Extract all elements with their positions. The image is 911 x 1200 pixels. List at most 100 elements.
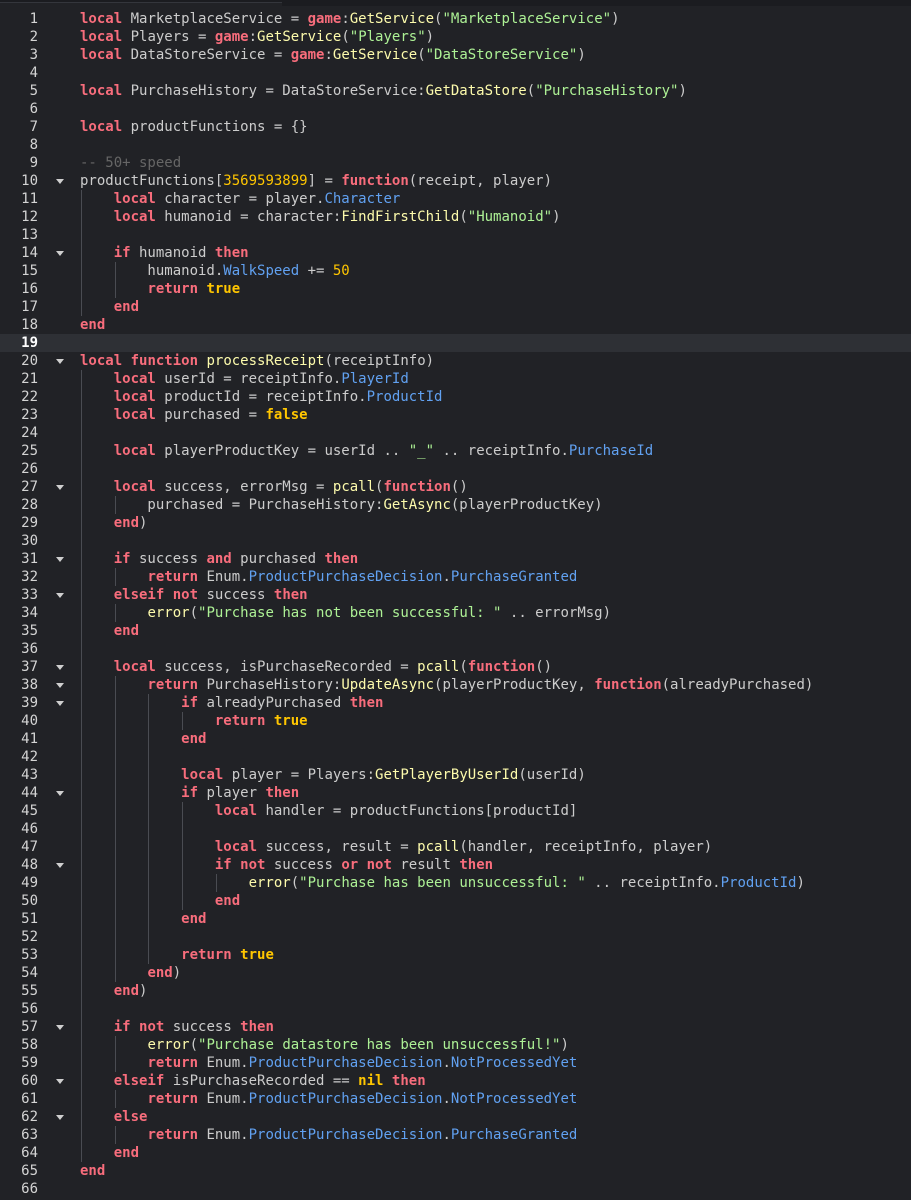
code-line[interactable]: 60 elseif isPurchaseRecorded == nil then <box>0 1072 911 1090</box>
code-line[interactable]: 25 local playerProductKey = userId .. "_… <box>0 442 911 460</box>
code-line[interactable]: 9 -- 50+ speed <box>0 154 911 172</box>
chevron-down-icon[interactable] <box>56 593 64 598</box>
code-line[interactable]: 46 <box>0 820 911 838</box>
code-line[interactable]: 42 <box>0 748 911 766</box>
code-line[interactable]: 44 if player then <box>0 784 911 802</box>
code-line[interactable]: 1 local MarketplaceService = game:GetServ… <box>0 10 911 28</box>
code-line[interactable]: 45 local handler = productFunctions[prod… <box>0 802 911 820</box>
code-line[interactable]: 17 end <box>0 298 911 316</box>
code-line[interactable]: 10 productFunctions[3569593899] = functio… <box>0 172 911 190</box>
code-line[interactable]: 12 local humanoid = character:FindFirstC… <box>0 208 911 226</box>
code-line[interactable]: 23 local purchased = false <box>0 406 911 424</box>
chevron-down-icon[interactable] <box>56 665 64 670</box>
code-line[interactable]: 50 end <box>0 892 911 910</box>
code-text: return true <box>80 280 240 298</box>
code-line[interactable]: 62 else <box>0 1108 911 1126</box>
code-line[interactable]: 6 <box>0 100 911 118</box>
code-line[interactable]: 24 <box>0 424 911 442</box>
code-line[interactable]: 21 local userId = receiptInfo.PlayerId <box>0 370 911 388</box>
code-line[interactable]: 11 local character = player.Character <box>0 190 911 208</box>
code-line[interactable]: 14 if humanoid then <box>0 244 911 262</box>
chevron-down-icon[interactable] <box>56 557 64 562</box>
code-line[interactable]: 39 if alreadyPurchased then <box>0 694 911 712</box>
code-token: ( <box>189 1037 199 1053</box>
code-line[interactable]: 56 <box>0 1000 911 1018</box>
code-line[interactable]: 65 end <box>0 1162 911 1180</box>
chevron-down-icon[interactable] <box>56 1115 64 1120</box>
code-token: elseif <box>113 1073 165 1089</box>
chevron-down-icon[interactable] <box>56 179 64 184</box>
chevron-down-icon[interactable] <box>56 683 64 688</box>
chevron-down-icon[interactable] <box>56 1079 64 1084</box>
code-token: productFunctions[ <box>80 173 224 189</box>
code-token: return <box>147 1127 199 1143</box>
code-line[interactable]: 35 end <box>0 622 911 640</box>
code-line[interactable]: 40 return true <box>0 712 911 730</box>
code-line[interactable]: 3 local DataStoreService = game:GetServic… <box>0 46 911 64</box>
code-line[interactable]: 19 <box>0 334 911 352</box>
code-line[interactable]: 49 error("Purchase has been unsuccessful… <box>0 874 911 892</box>
code-line[interactable]: 53 return true <box>0 946 911 964</box>
code-line[interactable]: 33 elseif not success then <box>0 586 911 604</box>
code-line[interactable]: 37 local success, isPurchaseRecorded = p… <box>0 658 911 676</box>
code-text: end) <box>80 982 148 1000</box>
code-text: productFunctions[3569593899] = function(… <box>80 172 552 190</box>
chevron-down-icon[interactable] <box>56 701 64 706</box>
code-line[interactable]: 16 return true <box>0 280 911 298</box>
code-line[interactable]: 51 end <box>0 910 911 928</box>
code-line[interactable]: 29 end) <box>0 514 911 532</box>
code-token: "DataStoreService" <box>425 47 578 63</box>
chevron-down-icon[interactable] <box>56 863 64 868</box>
code-line[interactable]: 34 error("Purchase has not been successf… <box>0 604 911 622</box>
code-line[interactable]: 58 error("Purchase datastore has been un… <box>0 1036 911 1054</box>
code-line[interactable]: 26 <box>0 460 911 478</box>
line-number: 57 <box>21 1019 38 1035</box>
code-area[interactable]: 1 local MarketplaceService = game:GetServ… <box>0 10 911 1198</box>
code-line[interactable]: 57 if not success then <box>0 1018 911 1036</box>
code-line[interactable]: 30 <box>0 532 911 550</box>
code-line[interactable]: 59 return Enum.ProductPurchaseDecision.N… <box>0 1054 911 1072</box>
code-line[interactable]: 20 local function processReceipt(receiptI… <box>0 352 911 370</box>
code-line[interactable]: 2 local Players = game:GetService("Player… <box>0 28 911 46</box>
code-line[interactable]: 38 return PurchaseHistory:UpdateAsync(pl… <box>0 676 911 694</box>
chevron-down-icon[interactable] <box>56 1025 64 1030</box>
code-editor[interactable]: 1 local MarketplaceService = game:GetServ… <box>0 0 911 1200</box>
code-line[interactable]: 18 end <box>0 316 911 334</box>
chevron-down-icon[interactable] <box>56 251 64 256</box>
code-line[interactable]: 28 purchased = PurchaseHistory:GetAsync(… <box>0 496 911 514</box>
code-line[interactable]: 36 <box>0 640 911 658</box>
chevron-down-icon[interactable] <box>56 791 64 796</box>
code-line[interactable]: 13 <box>0 226 911 244</box>
code-line[interactable]: 32 return Enum.ProductPurchaseDecision.P… <box>0 568 911 586</box>
code-line[interactable]: 43 local player = Players:GetPlayerByUse… <box>0 766 911 784</box>
code-line[interactable]: 7 local productFunctions = {} <box>0 118 911 136</box>
code-line[interactable]: 5 local PurchaseHistory = DataStoreServic… <box>0 82 911 100</box>
code-line[interactable]: 47 local success, result = pcall(handler… <box>0 838 911 856</box>
chevron-down-icon[interactable] <box>56 359 64 364</box>
code-line[interactable]: 64 end <box>0 1144 911 1162</box>
code-line[interactable]: 27 local success, errorMsg = pcall(funct… <box>0 478 911 496</box>
code-line[interactable]: 48 if not success or not result then <box>0 856 911 874</box>
code-line[interactable]: 52 <box>0 928 911 946</box>
editor-tab[interactable] <box>0 2 282 7</box>
code-line[interactable]: 15 humanoid.WalkSpeed += 50 <box>0 262 911 280</box>
code-line[interactable]: 41 end <box>0 730 911 748</box>
code-line[interactable]: 8 <box>0 136 911 154</box>
code-line[interactable]: 22 local productId = receiptInfo.Product… <box>0 388 911 406</box>
code-line[interactable]: 66 <box>0 1180 911 1198</box>
code-token: . <box>442 1055 451 1071</box>
chevron-down-icon[interactable] <box>56 485 64 490</box>
code-line[interactable]: 4 <box>0 64 911 82</box>
code-text: return Enum.ProductPurchaseDecision.Purc… <box>80 568 577 586</box>
code-line[interactable]: 55 end) <box>0 982 911 1000</box>
code-line[interactable]: 31 if success and purchased then <box>0 550 911 568</box>
code-line[interactable]: 61 return Enum.ProductPurchaseDecision.N… <box>0 1090 911 1108</box>
code-line[interactable]: 54 end) <box>0 964 911 982</box>
code-line[interactable]: 63 return Enum.ProductPurchaseDecision.P… <box>0 1126 911 1144</box>
